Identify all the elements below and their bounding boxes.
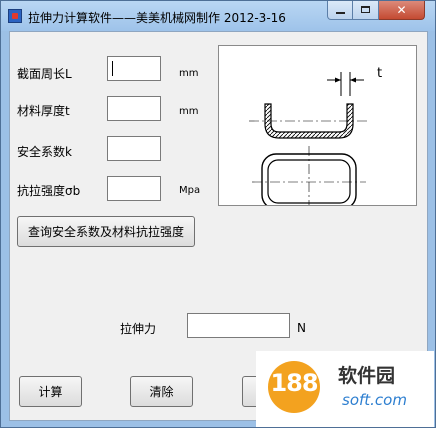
perimeter-label: 截面周长L [17, 67, 72, 81]
dimension-label: t [377, 66, 382, 81]
maximize-icon [361, 6, 370, 13]
watermark-domain: soft.com [342, 391, 407, 409]
cross-section-diagram: t [218, 45, 417, 210]
watermark: 188 软件园 soft.com [256, 351, 434, 427]
tensile-strength-input[interactable] [107, 176, 161, 201]
dim-arrowhead-right [350, 77, 356, 83]
app-window: 拉伸力计算软件——美美机械网制作 2012-3-16 ✕ 截面周长L mm 材料… [0, 0, 436, 428]
tensile-force-output[interactable] [187, 313, 290, 338]
safety-factor-input[interactable] [107, 136, 161, 161]
tensile-strength-label: 抗拉强度σb [17, 184, 81, 198]
text-caret [112, 61, 113, 76]
watermark-number: 188 [270, 369, 318, 397]
lookup-button[interactable]: 查询安全系数及材料抗拉强度 [17, 216, 195, 247]
app-icon[interactable] [8, 9, 22, 23]
title-bar[interactable]: 拉伸力计算软件——美美机械网制作 2012-3-16 ✕ [1, 1, 435, 31]
perimeter-input[interactable] [107, 56, 161, 81]
dim-arrowhead-left [335, 77, 341, 83]
maximize-button[interactable] [353, 1, 379, 20]
safety-factor-label: 安全系数k [17, 145, 72, 159]
thickness-input[interactable] [107, 96, 161, 121]
thickness-label: 材料厚度t [17, 104, 70, 118]
tensile-strength-unit: Mpa [179, 185, 201, 196]
minimize-icon [336, 12, 345, 14]
clear-button[interactable]: 清除 [130, 376, 193, 407]
minimize-button[interactable] [327, 1, 353, 20]
watermark-name: 软件园 [338, 365, 396, 387]
window-title: 拉伸力计算软件——美美机械网制作 2012-3-16 [28, 11, 286, 25]
close-icon: ✕ [396, 3, 407, 17]
perimeter-unit: mm [179, 68, 199, 79]
calculate-button[interactable]: 计算 [19, 376, 82, 407]
tensile-force-unit: N [297, 321, 306, 335]
thickness-unit: mm [179, 106, 199, 117]
drawn-part-figure: t [249, 66, 382, 210]
close-button[interactable]: ✕ [379, 1, 425, 20]
tensile-force-label: 拉伸力 [120, 322, 157, 336]
outer-outline [261, 153, 357, 210]
